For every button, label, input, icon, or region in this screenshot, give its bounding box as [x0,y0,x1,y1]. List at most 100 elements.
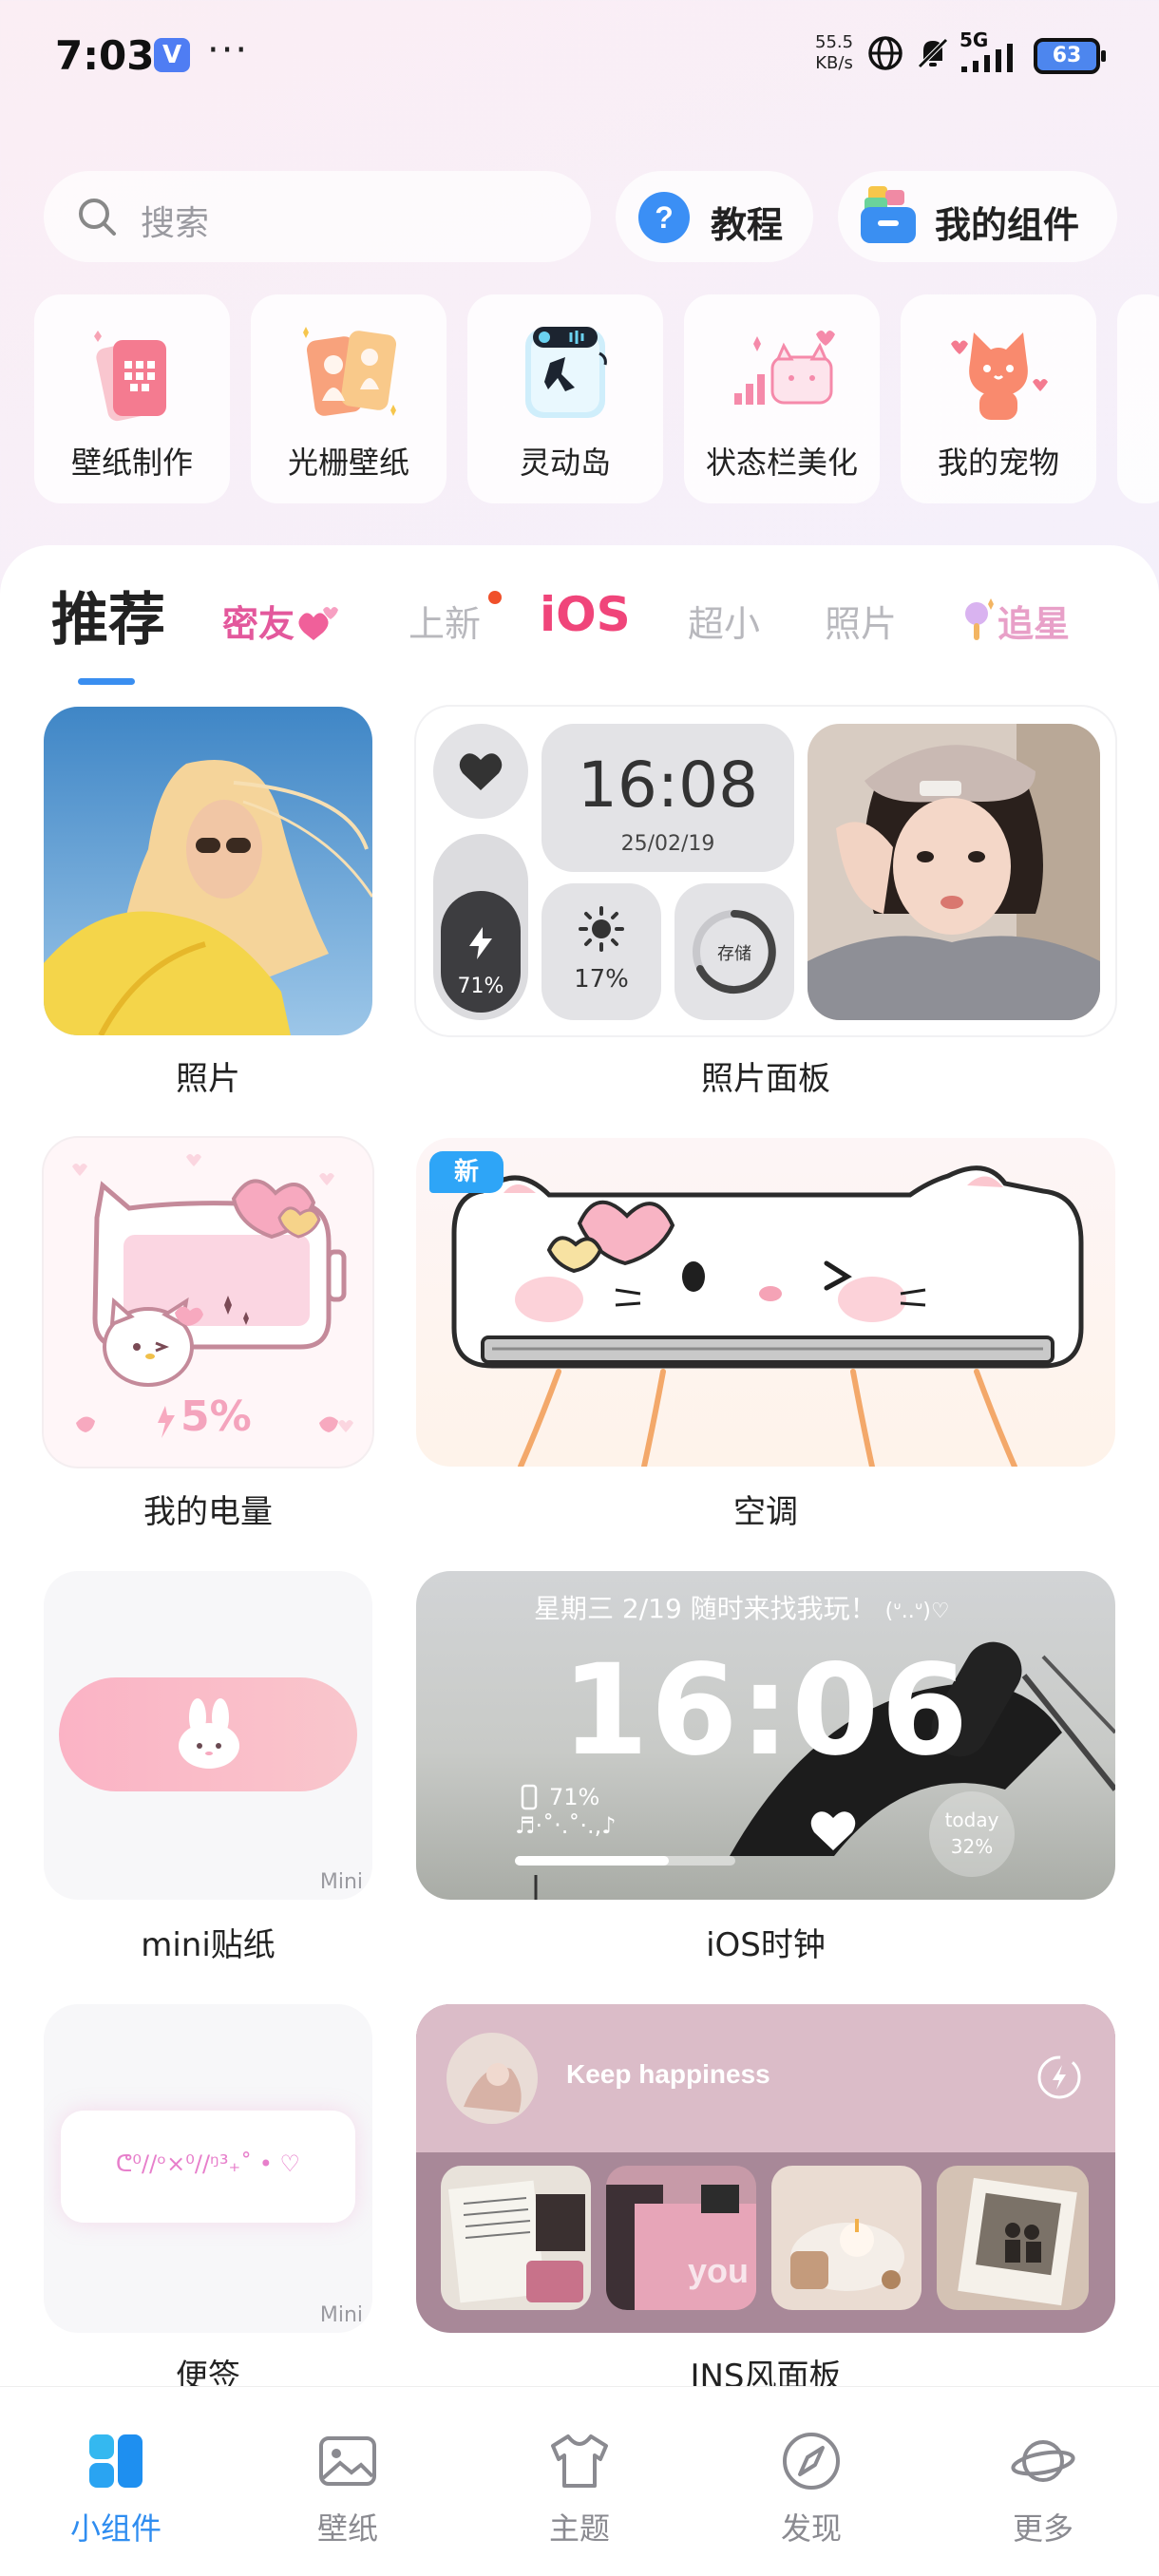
status-bar-icon [734,331,835,405]
panel-photo [808,724,1100,1020]
tab-ios[interactable]: iOS [540,587,631,642]
tools-row: 壁纸制作 光栅壁纸 灵动岛 状态栏美化 我的宠物 [34,294,1159,503]
compass-icon [783,2433,840,2490]
widget-label: 空调 [733,1493,798,1531]
ios-clock-battery: 71% [549,1784,600,1810]
status-time: 7:03 [55,32,155,79]
new-badge: 新 [429,1151,504,1193]
tab-idol[interactable]: 追星 [960,595,1070,647]
pet-cat-icon [951,332,1048,420]
nav-wallpaper[interactable]: 壁纸 [232,2387,464,2576]
my-widgets-button[interactable]: 我的组件 [838,171,1117,262]
bell-muted-icon [918,38,948,68]
battery-value: 5% [180,1392,252,1441]
widgets-grid-icon [89,2434,142,2488]
signal-icon [961,44,1013,72]
nav-theme[interactable]: 主题 [464,2387,695,2576]
tab-recommend[interactable]: 推荐 [51,574,165,656]
ins-photo-3 [771,2166,922,2310]
widget-photo[interactable] [44,707,372,1035]
tool-wallpaper-maker[interactable]: 壁纸制作 [34,294,230,503]
tshirt-icon [551,2434,608,2488]
network-speed-unit: KB/s [815,53,853,73]
music-progress-fill [515,1856,670,1866]
avatar [446,2033,538,2124]
candle-photo-image [771,2166,922,2310]
heart-icon[interactable] [809,1809,857,1852]
nav-more[interactable]: 更多 [927,2387,1159,2576]
nav-discover[interactable]: 发现 [695,2387,927,2576]
lenticular-wallpaper-icon [303,327,397,416]
tool-status-bar-beautify[interactable]: 状态栏美化 [684,294,880,503]
tool-my-pet[interactable]: 我的宠物 [901,294,1096,503]
bottom-nav: 小组件 壁纸 主题 发现 更多 [0,2386,1159,2576]
search-icon [79,199,116,236]
image-icon [319,2436,376,2486]
globe-icon [868,36,902,70]
tab-tiny[interactable]: 超小 [688,595,760,647]
widget-aircon[interactable]: 新 [416,1138,1115,1467]
ins-header: Keep happiness [416,2004,1115,2152]
main-panel: 推荐 密友 上新 iOS 超小 照片 追星 照片 71% 16:08 25/02… [0,545,1159,2576]
nav-label: 更多 [1012,2510,1074,2547]
tool-lenticular-wallpaper[interactable]: 光栅壁纸 [251,294,446,503]
power-icon[interactable] [1036,2054,1083,2101]
widget-mini-sticker[interactable]: Mini [44,1571,372,1900]
lightning-icon [469,927,492,959]
widget-label: mini贴纸 [141,1926,276,1964]
tab-photo[interactable]: 照片 [825,595,897,647]
tool-more-partial[interactable] [1117,294,1159,503]
ins-photo-2: you [606,2166,756,2310]
active-tab-indicator [78,678,135,685]
tool-dynamic-island[interactable]: 灵动岛 [467,294,663,503]
tutorial-label: 教程 [711,204,784,246]
today-value: 32% [950,1835,994,1858]
mini-tag: Mini [319,1870,363,1894]
tool-label: 壁纸制作 [70,445,193,481]
note-text: ᕦ⁰//ᵒ×⁰//ᵑ³₊˚ • ♡ [115,2150,301,2177]
tab-new[interactable]: 上新 [408,591,503,647]
battery-percent: 71% [457,975,504,998]
lightstick-icon [965,598,994,640]
widget-note[interactable]: ᕦ⁰//ᵒ×⁰//ᵑ³₊˚ • ♡ Mini [44,2004,372,2333]
nav-label: 小组件 [69,2510,162,2547]
tool-label: 光栅壁纸 [287,445,409,481]
today-label: today [944,1809,999,1831]
portrait-photo-image [44,707,372,1035]
bunny-icon [179,1698,239,1769]
tool-label: 状态栏美化 [705,445,858,481]
sun-icon [579,906,624,952]
brightness-value: 17% [574,965,629,994]
widget-ins-panel[interactable]: Keep happiness you [416,2004,1115,2333]
heart-icon [459,753,503,790]
nav-label: 壁纸 [316,2510,378,2547]
search-input[interactable]: 搜索 [44,171,591,262]
svg-text:?: ? [655,200,674,235]
book-photo-image [441,2166,591,2310]
nav-label: 发现 [780,2510,842,2547]
sticker-pill [59,1677,357,1791]
dynamic-island-icon [525,327,607,418]
music-progress-track [515,1856,735,1866]
network-speed-value: 55.5 [815,32,854,52]
widget-ios-clock[interactable]: 星期三 2/19 随时来找我玩！ (ᐡ..ᐡ)♡ 16:06 71% ♬·˚‧.… [416,1571,1115,1900]
note-body: ᕦ⁰//ᵒ×⁰//ᵑ³₊˚ • ♡ [61,2111,355,2223]
ios-clock-date: 星期三 2/19 随时来找我玩！ [534,1593,877,1624]
girl-portrait-image [808,724,1100,1020]
planet-icon [1011,2440,1075,2482]
polaroid-photo-image [937,2166,1089,2310]
storage-label: 存储 [717,944,751,964]
nav-widgets[interactable]: 小组件 [0,2387,232,2576]
app-badge-icon: V [154,38,190,72]
tutorial-button[interactable]: ? 教程 [616,171,813,262]
tab-friends-label: 密友 [222,603,295,645]
ios-clock-kaomoji: (ᐡ..ᐡ)♡ [884,1600,950,1623]
ios-clock-time: 16:06 [560,1638,971,1784]
hearts-icon [298,607,339,640]
search-placeholder: 搜索 [141,204,210,243]
help-icon: ? [638,192,690,243]
widget-battery[interactable]: 5% [44,1138,372,1467]
tab-friends[interactable]: 密友 [222,595,340,647]
widget-photo-panel[interactable]: 71% 16:08 25/02/19 17% 存储 [416,707,1115,1035]
ins-photo-1 [441,2166,591,2310]
